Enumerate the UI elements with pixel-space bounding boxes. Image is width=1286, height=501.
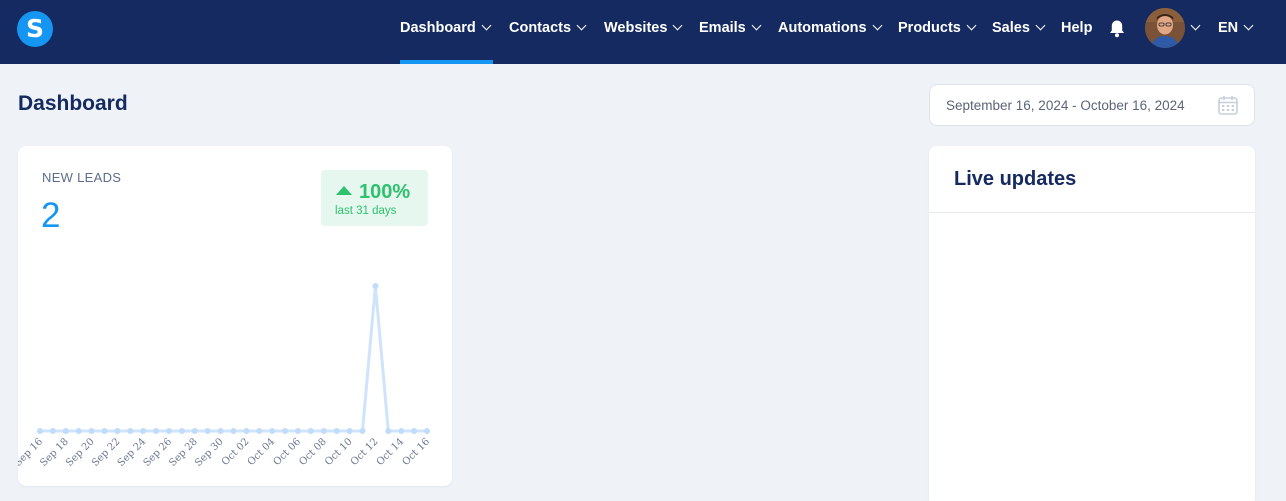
chevron-down-icon bbox=[1035, 20, 1046, 31]
nav-contacts-label: Contacts bbox=[509, 20, 572, 36]
data-point[interactable] bbox=[359, 428, 366, 434]
nav-automations-label: Automations bbox=[778, 20, 867, 36]
x-tick-label: Sep 30 bbox=[193, 436, 226, 469]
nav-dashboard-label: Dashboard bbox=[400, 20, 476, 36]
nav-emails-label: Emails bbox=[699, 20, 746, 36]
data-point[interactable] bbox=[295, 428, 301, 434]
data-point[interactable] bbox=[62, 428, 69, 434]
nav-emails[interactable]: Emails bbox=[699, 0, 762, 64]
x-tick-label: Oct 02 bbox=[220, 436, 252, 468]
nav-sales-label: Sales bbox=[992, 20, 1030, 36]
x-tick-label: Oct 08 bbox=[297, 436, 329, 468]
nav-sales[interactable]: Sales bbox=[992, 0, 1046, 64]
x-tick-label: Oct 10 bbox=[323, 436, 355, 468]
data-point[interactable] bbox=[307, 428, 314, 434]
chevron-down-icon bbox=[751, 20, 762, 31]
new-leads-chart: Sep 16Sep 18Sep 20Sep 22Sep 24Sep 26Sep … bbox=[18, 283, 432, 469]
live-updates-card: Live updates bbox=[929, 146, 1255, 501]
x-tick-label: Oct 06 bbox=[271, 436, 303, 468]
data-point[interactable] bbox=[385, 428, 392, 434]
chevron-down-icon bbox=[872, 20, 883, 31]
data-point[interactable] bbox=[333, 428, 340, 434]
nav-products[interactable]: Products bbox=[898, 0, 977, 64]
bell-icon[interactable] bbox=[1108, 19, 1126, 38]
new-leads-card: NEW LEADS 2 100% last 31 days Sep 16 Sep … bbox=[18, 146, 452, 486]
data-point[interactable] bbox=[75, 428, 82, 434]
live-updates-title: Live updates bbox=[954, 168, 1077, 190]
data-point[interactable] bbox=[282, 428, 289, 434]
x-tick-label: Oct 12 bbox=[349, 436, 381, 468]
data-point[interactable] bbox=[398, 428, 405, 434]
data-point[interactable] bbox=[178, 428, 185, 434]
data-point[interactable] bbox=[191, 428, 198, 434]
data-point[interactable] bbox=[49, 428, 56, 434]
chevron-down-icon bbox=[672, 20, 683, 31]
data-point[interactable] bbox=[101, 428, 108, 434]
date-range-picker[interactable]: September 16, 2024 - October 16, 2024 bbox=[929, 84, 1255, 126]
data-point[interactable] bbox=[114, 428, 121, 434]
chevron-down-icon bbox=[576, 20, 587, 31]
nav-products-label: Products bbox=[898, 20, 961, 36]
data-point[interactable] bbox=[140, 428, 147, 434]
x-tick-label: Oct 04 bbox=[246, 436, 278, 468]
data-point[interactable] bbox=[127, 428, 134, 434]
data-point[interactable] bbox=[411, 428, 418, 434]
data-point[interactable] bbox=[269, 428, 276, 434]
chevron-down-icon[interactable] bbox=[1190, 20, 1201, 31]
page-title: Dashboard bbox=[18, 92, 128, 115]
date-range-value: September 16, 2024 - October 16, 2024 bbox=[946, 98, 1185, 113]
data-point[interactable] bbox=[230, 428, 237, 434]
nav-automations[interactable]: Automations bbox=[778, 0, 883, 64]
language-label: EN bbox=[1218, 20, 1239, 36]
data-point[interactable] bbox=[37, 428, 43, 434]
language-selector[interactable]: EN bbox=[1218, 0, 1254, 64]
data-point[interactable] bbox=[166, 428, 172, 434]
data-point[interactable] bbox=[217, 428, 224, 434]
nav-websites-label: Websites bbox=[604, 20, 668, 36]
top-nav-bar: S Dashboard Contacts Websites Emails Aut… bbox=[0, 0, 1286, 64]
calendar-icon bbox=[1218, 96, 1238, 115]
divider bbox=[929, 212, 1255, 213]
user-avatar[interactable] bbox=[1145, 8, 1185, 48]
data-point[interactable] bbox=[204, 428, 211, 434]
nav-help[interactable]: Help bbox=[1061, 0, 1092, 64]
nav-contacts[interactable]: Contacts bbox=[509, 0, 587, 64]
data-point[interactable] bbox=[256, 428, 263, 434]
data-point[interactable] bbox=[243, 428, 250, 434]
data-point[interactable] bbox=[88, 428, 95, 434]
chevron-down-icon bbox=[1243, 20, 1254, 31]
series-line bbox=[40, 284, 427, 433]
data-point[interactable] bbox=[372, 283, 379, 289]
data-point[interactable] bbox=[346, 428, 353, 434]
x-tick-label: Oct 14 bbox=[375, 436, 407, 468]
nav-help-label: Help bbox=[1061, 20, 1093, 36]
nav-websites[interactable]: Websites bbox=[604, 0, 683, 64]
app-logo[interactable]: S bbox=[17, 11, 53, 47]
chevron-down-icon bbox=[966, 20, 977, 31]
chevron-down-icon bbox=[481, 20, 492, 31]
data-point[interactable] bbox=[320, 428, 327, 434]
avatar-image bbox=[1145, 8, 1185, 48]
x-tick-label: Oct 16 bbox=[400, 436, 432, 468]
nav-dashboard[interactable]: Dashboard bbox=[400, 0, 493, 64]
data-point[interactable] bbox=[153, 428, 160, 434]
data-point[interactable] bbox=[424, 428, 430, 434]
